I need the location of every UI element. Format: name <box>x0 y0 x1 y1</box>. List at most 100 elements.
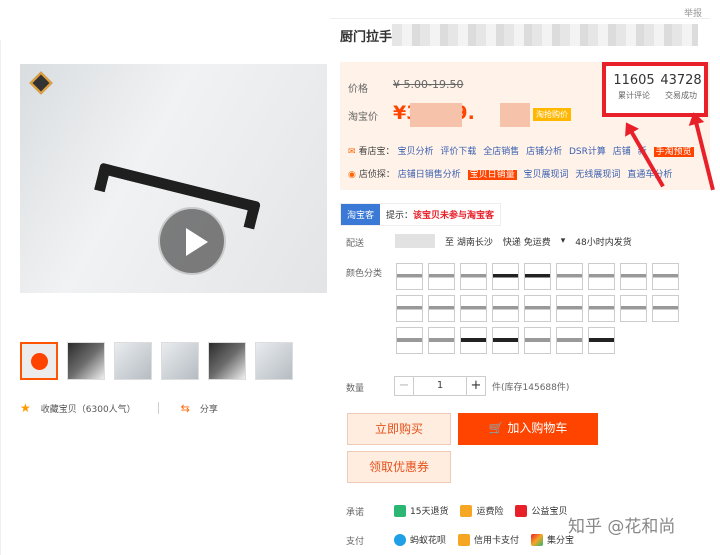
tool-link[interactable]: 宝贝展现词 <box>524 170 569 180</box>
reviews-stat[interactable]: 11605 累计评论 <box>610 73 658 101</box>
tool-link[interactable]: 宝贝分析 <box>397 147 433 157</box>
color-swatch[interactable] <box>620 295 647 322</box>
tool-link-highlight[interactable]: 手淘预览 <box>653 147 694 157</box>
promise-label: 承诺 <box>346 508 365 518</box>
color-options <box>396 263 680 354</box>
color-swatch[interactable] <box>460 263 487 290</box>
promise-items: 15天退货 运费险 公益宝贝 <box>394 504 567 517</box>
kandianbao-label: 看店宝： <box>358 147 395 157</box>
get-coupon-button[interactable]: 领取优惠券 <box>347 451 451 483</box>
color-swatch[interactable] <box>556 295 583 322</box>
color-label: 颜色分类 <box>346 269 383 279</box>
color-swatch[interactable] <box>396 327 423 354</box>
favorite-button[interactable]: 收藏宝贝（6300人气） <box>41 402 136 415</box>
thumbnail-video[interactable] <box>20 342 58 380</box>
delivery-info: 至 湖南长沙 快递 免运费 ▾ 48小时内发货 <box>395 234 632 248</box>
star-icon: ★ <box>20 401 31 415</box>
color-swatch[interactable] <box>556 263 583 290</box>
left-divider <box>0 40 1 555</box>
promise-item[interactable]: 公益宝贝 <box>515 504 567 517</box>
price-redacted <box>500 103 530 127</box>
color-swatch[interactable] <box>620 263 647 290</box>
tool-link[interactable]: 店铺分析 <box>526 147 562 157</box>
ship-time: 48小时内发货 <box>575 237 632 248</box>
color-swatch[interactable] <box>588 295 615 322</box>
tool-link[interactable]: DSR计算 <box>569 147 606 157</box>
deals-count: 43728 <box>660 73 702 88</box>
tool-link[interactable]: 店铺日销售分析 <box>398 170 461 180</box>
tool-link-highlight[interactable]: 宝贝日销量 <box>467 170 517 180</box>
deals-stat[interactable]: 43728 交易成功 <box>658 73 704 101</box>
play-icon[interactable] <box>158 207 226 275</box>
share-icon: ⇆ <box>180 401 190 415</box>
taobaoke-hint: 提示：该宝贝未参与淘宝客 <box>380 208 500 221</box>
color-swatch[interactable] <box>396 263 423 290</box>
color-swatch[interactable] <box>492 295 519 322</box>
thumbnail-3[interactable] <box>114 342 152 380</box>
thumbnail-5[interactable] <box>208 342 246 380</box>
original-price: ¥ 5.00-19.50 <box>393 78 464 91</box>
payment-label: 支付 <box>346 537 365 547</box>
tool-link[interactable]: 无线展现词 <box>575 170 620 180</box>
payment-items: 蚂蚁花呗 信用卡支付 集分宝 <box>394 533 574 546</box>
product-video[interactable] <box>20 64 327 293</box>
color-swatch[interactable] <box>428 295 455 322</box>
delivery-label: 配送 <box>346 239 365 249</box>
origin-redacted <box>395 234 435 248</box>
hint-label: 提示： <box>386 211 414 221</box>
chevron-down-icon: ▾ <box>560 236 566 246</box>
color-swatch[interactable] <box>460 295 487 322</box>
thumbnail-4[interactable] <box>161 342 199 380</box>
color-swatch[interactable] <box>524 327 551 354</box>
color-swatch[interactable] <box>652 295 679 322</box>
color-swatch[interactable] <box>556 327 583 354</box>
quantity-increase-button[interactable]: + <box>466 376 486 396</box>
color-swatch[interactable] <box>588 263 615 290</box>
color-swatch[interactable] <box>652 263 679 290</box>
payment-item[interactable]: 蚂蚁花呗 <box>394 533 446 546</box>
promise-item[interactable]: 15天退货 <box>394 504 448 517</box>
buy-now-button[interactable]: 立即购买 <box>347 413 451 445</box>
reviews-count: 11605 <box>613 73 655 88</box>
tool-link[interactable]: 评价下载 <box>440 147 476 157</box>
color-swatch[interactable] <box>428 263 455 290</box>
freight-insurance-icon <box>460 504 473 517</box>
payment-item[interactable]: 信用卡支付 <box>458 533 519 546</box>
charity-icon <box>515 504 528 517</box>
color-swatch[interactable] <box>396 295 423 322</box>
return-icon <box>394 504 406 517</box>
thumbnail-6[interactable] <box>255 342 293 380</box>
color-swatch[interactable] <box>524 295 551 322</box>
promise-text: 15天退货 <box>410 507 449 517</box>
color-swatch[interactable] <box>428 327 455 354</box>
credit-card-icon <box>458 533 471 546</box>
delivery-fee[interactable]: 快递 免运费 <box>503 235 551 248</box>
promise-item[interactable]: 运费险 <box>460 504 503 517</box>
jifenbao-icon <box>531 533 544 546</box>
payment-text: 蚂蚁花呗 <box>410 536 447 546</box>
taobao-price-label: 淘宝价 <box>348 112 378 123</box>
quantity-input[interactable]: 1 <box>414 376 466 396</box>
diandetective-label: 店侦探： <box>358 170 395 180</box>
product-title: 厨门拉手 <box>340 30 393 45</box>
color-swatch[interactable] <box>524 263 551 290</box>
promise-text: 公益宝贝 <box>531 507 568 517</box>
taobaoke-badge[interactable]: 淘宝客 <box>341 204 381 225</box>
tool-link[interactable]: 全店销售 <box>483 147 519 157</box>
quantity-decrease-button[interactable]: − <box>394 376 414 396</box>
color-swatch[interactable] <box>588 327 615 354</box>
thumbnail-2[interactable] <box>67 342 105 380</box>
color-swatch[interactable] <box>492 327 519 354</box>
color-swatch[interactable] <box>492 263 519 290</box>
add-to-cart-button[interactable]: 🛒 加入购物车 <box>458 413 598 445</box>
share-button[interactable]: 分享 <box>200 402 218 415</box>
zhihu-watermark: 知乎 @花和尚 <box>568 517 676 537</box>
color-swatch[interactable] <box>460 327 487 354</box>
sales-stats-highlight: 11605 累计评论 43728 交易成功 <box>602 62 708 117</box>
top-divider <box>330 18 710 19</box>
taobaoke-notice: 淘宝客 提示：该宝贝未参与淘宝客 <box>340 203 502 226</box>
payment-text: 信用卡支付 <box>474 536 520 546</box>
tool-link[interactable]: 店铺 <box>613 147 631 157</box>
tool-link[interactable]: 直通车分析 <box>627 170 672 180</box>
delivery-destination[interactable]: 至 湖南长沙 <box>445 235 493 248</box>
